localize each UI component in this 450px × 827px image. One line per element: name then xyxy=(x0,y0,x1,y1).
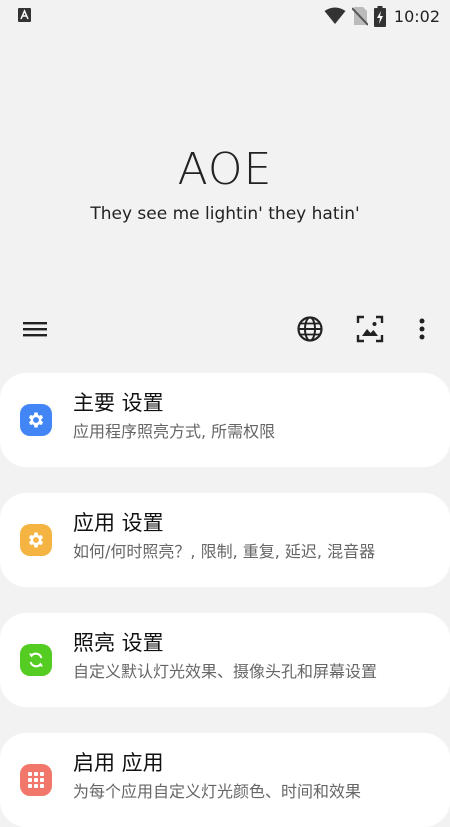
toolbar xyxy=(0,308,450,348)
menu-button[interactable] xyxy=(20,314,50,344)
app-title: AOE xyxy=(177,144,273,195)
battery-charging-icon xyxy=(373,5,386,27)
card-icon-badge xyxy=(20,524,52,556)
card-title: 应用 设置 xyxy=(73,511,164,535)
card-app-settings[interactable]: 应用 设置 如何/何时照亮？, 限制, 重复, 延迟, 混音器 xyxy=(0,493,450,587)
image-frame-icon xyxy=(356,315,384,343)
more-options-button[interactable] xyxy=(407,314,437,344)
card-title: 启用 应用 xyxy=(73,751,164,775)
card-title: 主要 设置 xyxy=(73,391,164,415)
card-lighting-settings[interactable]: 照亮 设置 自定义默认灯光效果、摄像头孔和屏幕设置 xyxy=(0,613,450,707)
menu-icon xyxy=(23,322,47,337)
image-button[interactable] xyxy=(355,314,385,344)
card-description: 为每个应用自定义灯光颜色、时间和效果 xyxy=(73,782,362,801)
globe-icon xyxy=(297,316,323,342)
gear-icon xyxy=(28,532,44,548)
card-description: 自定义默认灯光效果、摄像头孔和屏幕设置 xyxy=(73,662,378,681)
refresh-icon xyxy=(28,652,44,668)
card-icon-badge xyxy=(20,404,52,436)
app-subtitle: They see me lightin' they hatin' xyxy=(90,204,360,224)
status-icons: 10:02 xyxy=(324,5,440,27)
card-enable-apps[interactable]: 启用 应用 为每个应用自定义灯光颜色、时间和效果 xyxy=(0,733,450,827)
no-sim-icon xyxy=(351,7,368,26)
more-vert-icon xyxy=(419,318,425,340)
status-bar: 10:02 xyxy=(0,0,450,32)
card-icon-badge xyxy=(20,644,52,676)
gear-icon xyxy=(28,412,44,428)
apps-grid-icon xyxy=(28,772,44,788)
card-title: 照亮 设置 xyxy=(73,631,164,655)
card-description: 如何/何时照亮？, 限制, 重复, 延迟, 混音器 xyxy=(73,542,376,561)
wifi-icon xyxy=(324,7,346,24)
card-icon-badge xyxy=(20,764,52,796)
status-time: 10:02 xyxy=(393,6,440,26)
card-description: 应用程序照亮方式, 所需权限 xyxy=(73,422,276,441)
app-header: AOE They see me lightin' they hatin' xyxy=(0,142,450,224)
language-button[interactable] xyxy=(295,314,325,344)
card-main-settings[interactable]: 主要 设置 应用程序照亮方式, 所需权限 xyxy=(0,373,450,467)
a-notification-icon xyxy=(18,8,31,22)
